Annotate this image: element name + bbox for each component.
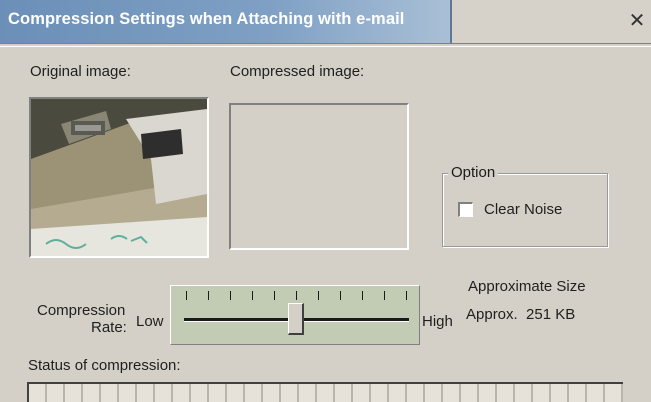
slider-high-label: High — [422, 313, 453, 330]
slider-low-label: Low — [136, 313, 164, 330]
window-title: Compression Settings when Attaching with… — [8, 10, 405, 28]
slider-tick — [406, 291, 407, 300]
clear-noise-checkbox[interactable] — [458, 202, 473, 217]
slider-thumb[interactable] — [288, 303, 304, 335]
title-tab: Compression Settings when Attaching with… — [0, 0, 452, 43]
title-bar-empty — [452, 0, 651, 43]
slider-tick — [296, 291, 297, 300]
close-icon: ✕ — [628, 10, 646, 32]
slider-tick — [208, 291, 209, 300]
approximate-size-heading: Approximate Size — [468, 278, 586, 295]
clear-noise-label[interactable]: Clear Noise — [484, 201, 562, 218]
option-group-title: Option — [448, 164, 499, 181]
original-image-photo — [31, 99, 207, 256]
title-divider — [0, 43, 651, 47]
slider-tick — [362, 291, 363, 300]
slider-tick — [274, 291, 275, 300]
compressed-image-frame — [229, 103, 409, 250]
slider-tick — [340, 291, 341, 300]
compression-rate-label-line1: Compression — [37, 302, 126, 319]
status-of-compression-label: Status of compression: — [28, 357, 181, 374]
slider-tick — [186, 291, 187, 300]
approximate-size-value: Approx. 251 KB — [466, 306, 576, 323]
slider-tick — [230, 291, 231, 300]
original-image-frame — [29, 97, 209, 258]
slider-tick — [252, 291, 253, 300]
compression-rate-label-line2: Rate: — [91, 319, 127, 336]
close-button[interactable]: ✕ — [625, 9, 649, 33]
slider-tick — [384, 291, 385, 300]
title-bar[interactable]: Compression Settings when Attaching with… — [0, 0, 651, 45]
compressed-image-label: Compressed image: — [230, 63, 365, 80]
compression-progress-bar — [27, 382, 623, 402]
slider-tick — [318, 291, 319, 300]
original-image-label: Original image: — [30, 63, 131, 80]
